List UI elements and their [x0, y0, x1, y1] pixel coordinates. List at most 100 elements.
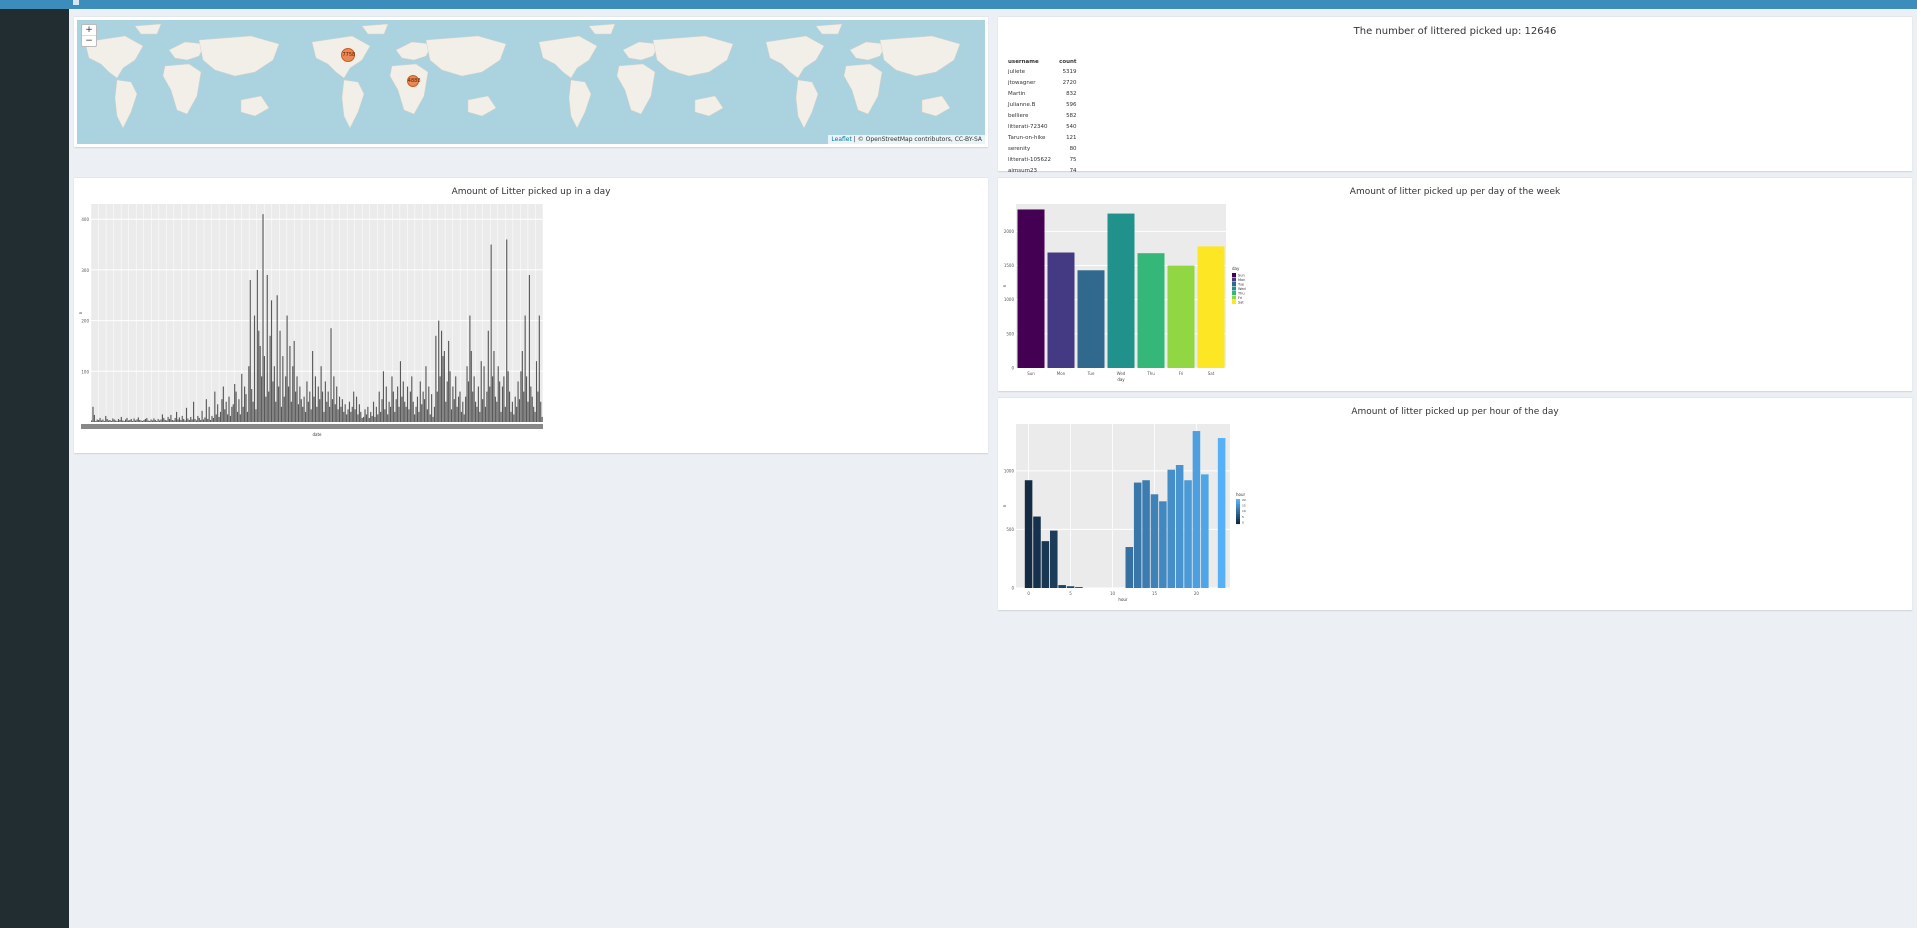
- data-bar: [382, 371, 385, 422]
- x-tick-label: 0: [1027, 591, 1030, 596]
- data-bar: [224, 409, 226, 422]
- data-bar: [170, 414, 172, 422]
- data-bar: [222, 386, 224, 422]
- data-bar: [123, 420, 125, 422]
- data-bar: [394, 411, 396, 422]
- data-bar: [1049, 530, 1058, 588]
- data-bar: [314, 376, 317, 422]
- data-bar: [164, 419, 166, 422]
- data-bar: [1137, 253, 1165, 368]
- daily-bar-chart: 100 200 300 400 date n: [78, 204, 544, 437]
- data-bar: [351, 406, 353, 422]
- data-bar: [316, 406, 318, 422]
- data-bar: [259, 345, 261, 422]
- data-bar: [144, 418, 146, 422]
- username-cell: Tarun-on-hike: [1008, 134, 1046, 141]
- data-bar: [160, 419, 162, 422]
- data-bar: [503, 376, 505, 422]
- map-landmass: [361, 23, 389, 35]
- data-bar: [1192, 431, 1201, 588]
- data-bar: [290, 401, 292, 422]
- data-bar: [246, 411, 248, 422]
- data-bar: [95, 420, 97, 422]
- zoom-out-button[interactable]: −: [82, 35, 96, 46]
- map-landmass: [168, 41, 206, 61]
- data-bar: [330, 328, 332, 422]
- data-bar: [358, 404, 360, 422]
- map-landmass: [389, 63, 429, 115]
- data-bar: [527, 401, 529, 422]
- data-bar: [211, 415, 213, 422]
- data-bar: [266, 274, 268, 422]
- data-bar: [372, 401, 375, 422]
- data-bar: [299, 386, 301, 422]
- data-bar: [327, 391, 329, 422]
- x-axis-label: date: [312, 432, 322, 437]
- sidebar: [0, 9, 69, 928]
- data-bar: [1184, 480, 1192, 588]
- data-bar: [309, 391, 311, 422]
- data-bar: [258, 330, 260, 422]
- y-tick-label: 500: [1006, 331, 1014, 336]
- data-bar: [228, 396, 230, 422]
- data-bar: [180, 419, 182, 422]
- data-bar: [248, 366, 250, 422]
- data-bar: [184, 420, 186, 422]
- count-cell: 596: [1066, 101, 1077, 108]
- data-bar: [163, 417, 165, 422]
- world-map[interactable]: + − 7758 4888 Leaflet | © OpenStreetMap c…: [77, 20, 985, 144]
- data-bar: [255, 409, 257, 422]
- table-row: litterati-72340 540: [1004, 121, 1081, 132]
- data-bar: [415, 406, 417, 422]
- data-bar: [397, 386, 399, 422]
- data-bar: [442, 356, 444, 422]
- y-tick-label: 0: [1011, 586, 1014, 591]
- data-bar: [392, 391, 394, 422]
- data-bar: [231, 406, 233, 422]
- data-bar: [534, 411, 536, 422]
- zoom-in-button[interactable]: +: [82, 25, 96, 35]
- menu-icon[interactable]: [73, 0, 79, 5]
- data-bar: [401, 396, 403, 422]
- data-bar: [253, 315, 256, 422]
- column-header-count: count: [1059, 58, 1077, 65]
- data-bar: [313, 396, 315, 422]
- data-bar: [317, 386, 319, 422]
- data-bar: [1075, 587, 1083, 588]
- data-bar: [119, 419, 121, 422]
- data-bar: [173, 420, 175, 422]
- data-bar: [320, 366, 322, 422]
- legend-gradient: [1236, 506, 1240, 510]
- legend-gradient: [1236, 516, 1240, 520]
- data-bar: [506, 239, 508, 422]
- data-bar: [126, 417, 128, 422]
- data-bar: [207, 418, 209, 422]
- x-tick-label: 15: [1152, 591, 1158, 596]
- data-bar: [177, 419, 179, 422]
- data-bar: [146, 417, 148, 422]
- map-landmass: [694, 95, 724, 117]
- map-cluster-marker[interactable]: 4888: [406, 74, 421, 87]
- leaflet-link[interactable]: Leaflet: [831, 136, 851, 143]
- y-axis-label: n: [78, 311, 83, 314]
- data-bar: [156, 420, 158, 422]
- data-bar: [496, 401, 498, 422]
- daily-chart-panel: Amount of Litter picked up in a day 100 2…: [74, 177, 988, 453]
- data-bar: [431, 394, 433, 422]
- legend-gradient: [1236, 514, 1240, 517]
- data-bar: [283, 396, 285, 422]
- weekday-chart-panel: Amount of litter picked up per day of th…: [998, 177, 1912, 391]
- data-bar: [473, 376, 475, 422]
- data-bar: [384, 409, 386, 422]
- data-bar: [389, 406, 392, 422]
- data-bar: [487, 330, 489, 422]
- data-bar: [272, 381, 274, 422]
- legend-label: 0: [1242, 520, 1244, 524]
- data-bar: [371, 415, 373, 422]
- data-bar: [1142, 480, 1150, 588]
- data-bar: [334, 404, 336, 422]
- data-bar: [368, 417, 370, 422]
- data-bar: [439, 376, 441, 422]
- data-bar: [341, 399, 343, 422]
- data-bar: [289, 345, 291, 422]
